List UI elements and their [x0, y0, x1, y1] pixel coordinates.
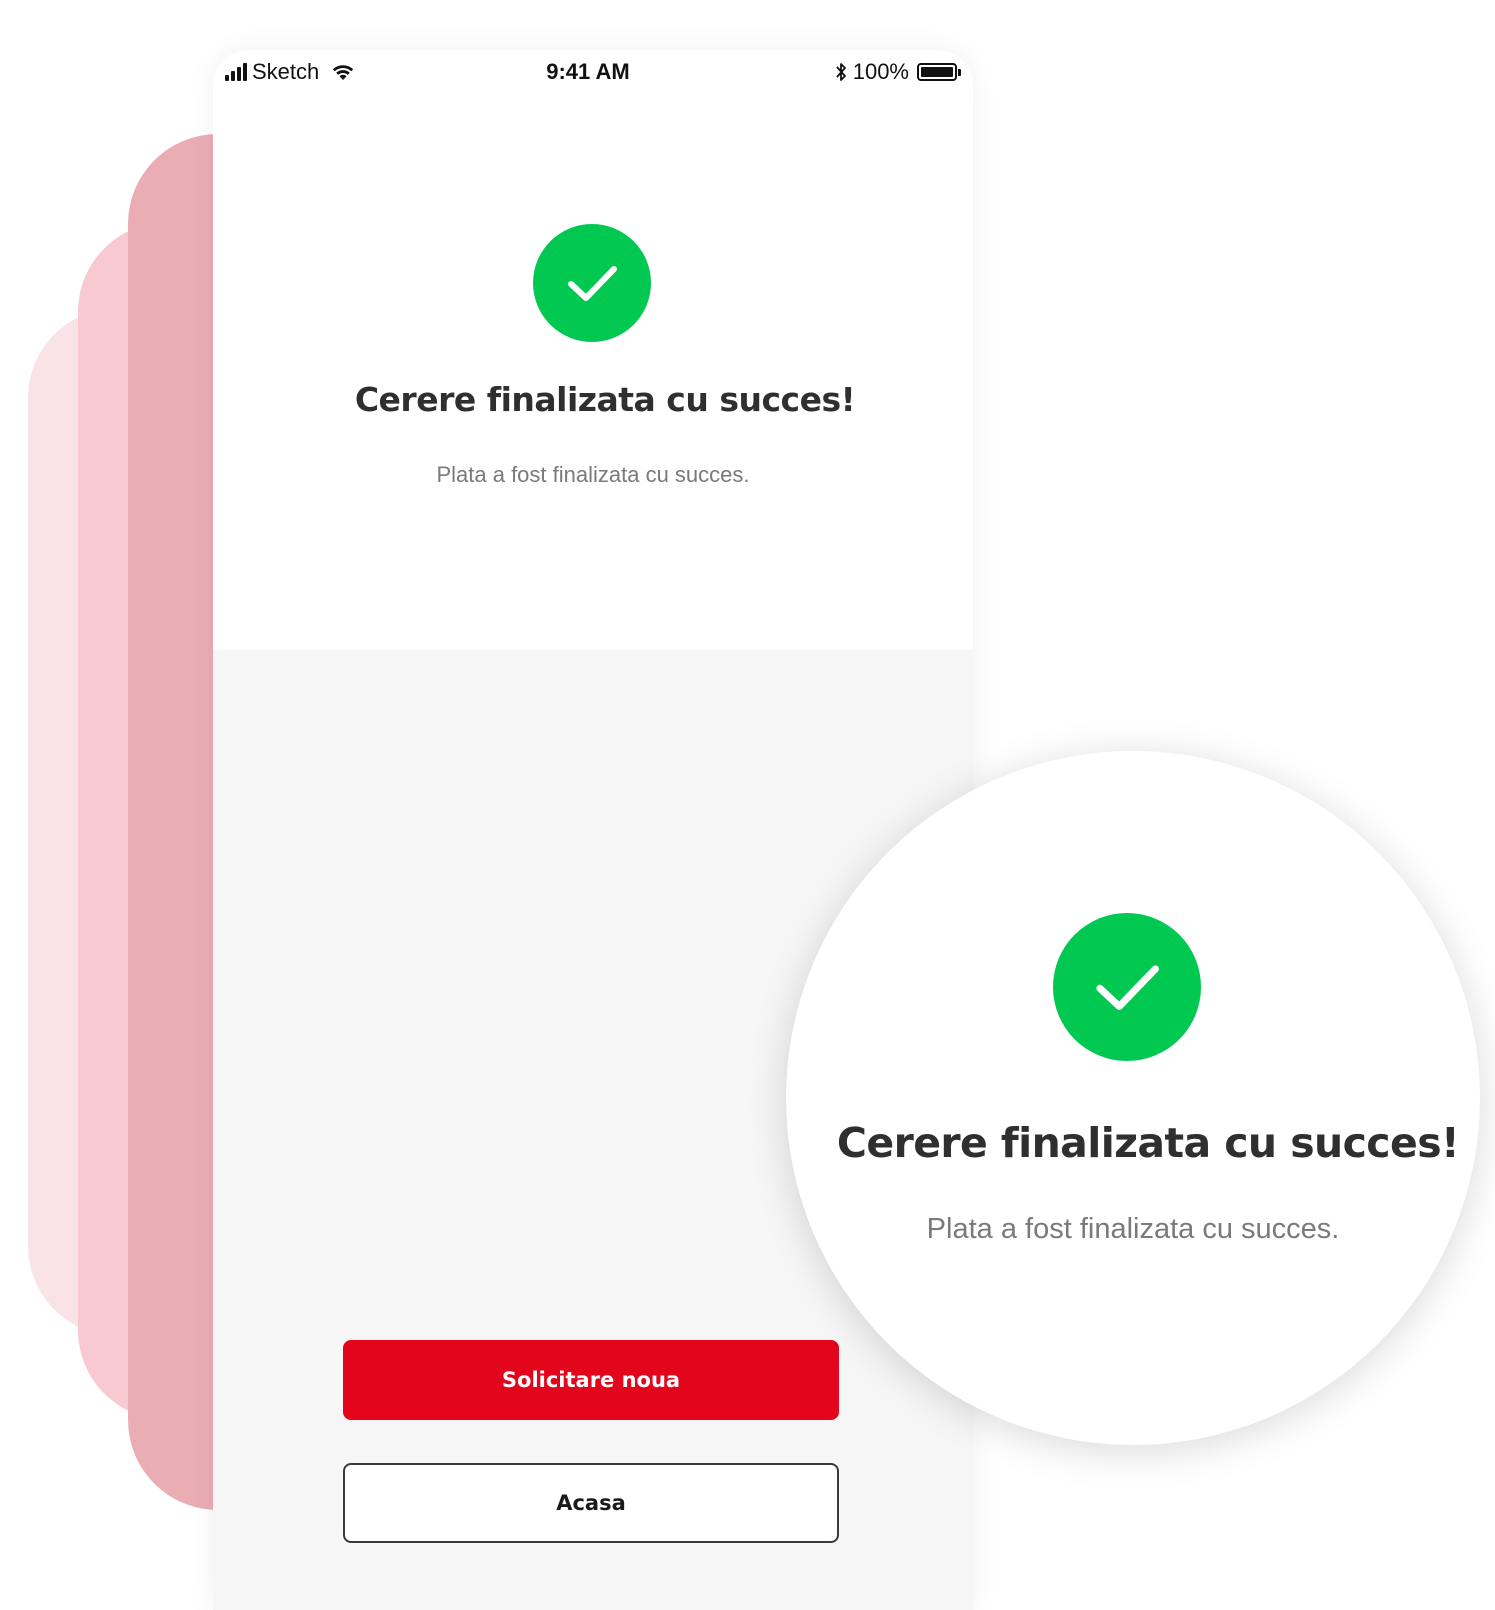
success-message: Plata a fost finalizata cu succes. — [436, 462, 750, 487]
phone-screen: Sketch 9:41 AM 100% Cerere finalizata cu… — [213, 50, 973, 1610]
battery-icon — [917, 63, 961, 81]
bluetooth-icon — [836, 63, 846, 81]
success-panel — [213, 50, 973, 650]
battery-percent: 100% — [852, 59, 909, 84]
home-button[interactable]: Acasa — [343, 1463, 839, 1543]
zoom-success-check-icon — [1053, 913, 1201, 1061]
new-request-button[interactable]: Solicitare noua — [343, 1340, 839, 1420]
zoom-success-message: Plata a fost finalizata cu succes. — [926, 1213, 1340, 1245]
status-bar-right: 100% — [835, 59, 961, 85]
zoom-success-title: Cerere finalizata cu succes! — [836, 1119, 1460, 1167]
success-check-icon — [533, 224, 651, 342]
zoom-callout: Cerere finalizata cu succes! Plata a fos… — [786, 751, 1480, 1445]
status-bar: Sketch 9:41 AM 100% — [213, 50, 973, 94]
success-title: Cerere finalizata cu succes! — [354, 380, 856, 419]
